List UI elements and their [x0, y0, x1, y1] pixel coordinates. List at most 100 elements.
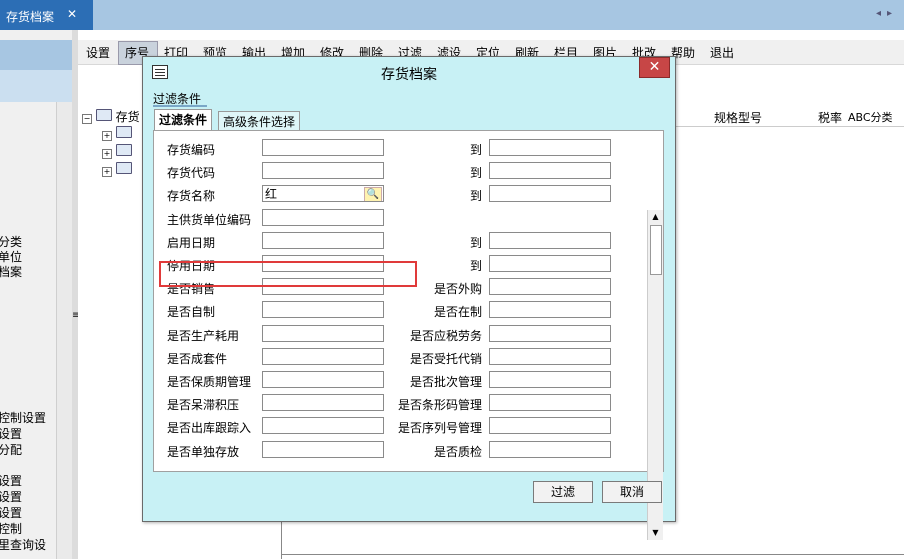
tab-filter-conditions[interactable]: 过滤条件 [154, 109, 213, 132]
collapse-icon[interactable]: − [82, 114, 92, 124]
scroll-down-icon[interactable]: ▼ [648, 526, 663, 540]
field-input-right[interactable] [489, 278, 611, 295]
field-label: 存货代码 [167, 166, 216, 180]
field-label-right: 到 [469, 259, 482, 273]
tab-advanced-conditions[interactable]: 高级条件选择 [218, 111, 301, 132]
left-nav-item[interactable]: 设置 [0, 504, 22, 521]
field-input-right[interactable] [489, 325, 611, 342]
left-nav-item[interactable]: 控制 [0, 520, 22, 537]
field-input-right[interactable] [489, 371, 611, 388]
expand-icon[interactable]: + [102, 167, 112, 177]
field-label-right: 到 [469, 143, 482, 157]
field-input-right[interactable] [489, 441, 611, 458]
cancel-button[interactable]: 取消 [602, 481, 662, 503]
filter-button[interactable]: 过滤 [533, 481, 593, 503]
tree-root[interactable]: − 存货 [82, 108, 140, 125]
toolbar-button-16[interactable]: 退出 [710, 44, 734, 61]
field-input[interactable] [262, 301, 384, 318]
left-nav-item[interactable]: 设置 [0, 425, 22, 442]
field-label-right: 到 [469, 166, 482, 180]
field-label: 是否生产耗用 [167, 329, 240, 343]
left-scrollbar[interactable] [56, 102, 73, 559]
tree-node[interactable]: + [102, 126, 132, 141]
left-panel-header [0, 40, 72, 70]
folder-icon [95, 109, 112, 121]
field-input-right[interactable] [489, 162, 611, 179]
scroll-up-icon[interactable]: ▲ [648, 210, 663, 224]
tree-node[interactable]: + [102, 162, 132, 177]
field-input-right[interactable] [489, 417, 611, 434]
field-input-right[interactable] [489, 255, 611, 272]
field-label-right: 是否应税劳务 [409, 329, 482, 343]
toolbar-button-0[interactable]: 设置 [86, 44, 110, 61]
dialog-title: 存货档案 [381, 67, 437, 83]
field-input[interactable] [262, 139, 384, 156]
field-label-right: 是否外购 [433, 282, 482, 296]
folder-icon [115, 144, 132, 156]
tree-root-label: 存货 [115, 110, 140, 124]
grid-column-header[interactable]: ABC分类 [848, 109, 893, 125]
filter-dialog: 存货档案 ✕ 过滤条件 高级条件选择 过滤条件 存货编码到存货代码到存货名称红 🔍… [142, 56, 676, 540]
left-nav-item[interactable]: 分配 [0, 441, 22, 458]
scroll-thumb[interactable] [650, 225, 662, 275]
field-label-right: 是否受托代销 [409, 352, 482, 366]
field-label: 主供货单位编码 [167, 213, 252, 227]
field-label-right: 是否在制 [433, 305, 482, 319]
field-label: 是否呆滞积压 [167, 398, 240, 412]
field-input-right[interactable] [489, 185, 611, 202]
tab-title: 存货档案 [6, 10, 55, 24]
field-input-right[interactable] [489, 139, 611, 156]
field-label-right: 是否条形码管理 [397, 398, 482, 412]
field-label: 是否单独存放 [167, 445, 240, 459]
field-input[interactable] [262, 371, 384, 388]
highlight-box [159, 261, 417, 287]
field-input-right[interactable] [489, 348, 611, 365]
tab-inventory-archive[interactable]: 存货档案 ✕ [0, 0, 93, 30]
field-label-right: 是否批次管理 [409, 375, 482, 389]
field-label-right: 是否序列号管理 [397, 421, 482, 435]
grid-column-header[interactable]: 规格型号 [714, 109, 762, 126]
field-input[interactable] [262, 441, 384, 458]
search-icon[interactable]: 🔍 [364, 187, 382, 201]
field-input[interactable] [262, 162, 384, 179]
expand-icon[interactable]: + [102, 149, 112, 159]
field-input[interactable] [262, 232, 384, 249]
left-nav-item[interactable]: 设置 [0, 488, 22, 505]
field-label-right: 到 [469, 189, 482, 203]
grid-header: 规格型号 税率 ABC分类 [676, 108, 904, 127]
field-value: 红 [265, 187, 278, 201]
field-label: 存货名称 [167, 189, 216, 203]
left-nav-item[interactable]: 控制设置 [0, 409, 46, 426]
field-input[interactable] [262, 417, 384, 434]
tab-nav-arrows-icon[interactable]: ◂▸ [876, 8, 898, 19]
filter-panel: 存货编码到存货代码到存货名称红 🔍 到主供货单位编码 启用日期到停用日期到是否销售 是否… [153, 130, 664, 540]
field-label-right: 到 [469, 236, 482, 250]
close-icon[interactable]: ✕ [639, 57, 670, 78]
grid-column-header[interactable]: 税率 [818, 109, 842, 126]
field-label: 启用日期 [167, 236, 216, 250]
expand-icon[interactable]: + [102, 131, 112, 141]
left-nav-item[interactable]: 里查询设 [0, 536, 46, 553]
tab-bar [0, 0, 904, 30]
field-input[interactable] [262, 325, 384, 342]
close-icon[interactable]: ✕ [65, 7, 79, 21]
group-underline [153, 105, 207, 107]
field-label: 是否成套件 [167, 352, 228, 366]
field-input-right[interactable] [489, 394, 611, 411]
left-nav-item[interactable]: 档案 [0, 263, 22, 280]
field-input[interactable] [262, 348, 384, 365]
field-label: 是否出库跟踪入 [167, 421, 252, 435]
grid-bottom-border [281, 554, 904, 555]
dialog-titlebar[interactable]: 存货档案 ✕ [143, 57, 675, 87]
field-label-right: 是否质检 [433, 445, 482, 459]
field-input-right[interactable] [489, 301, 611, 318]
field-label: 是否自制 [167, 305, 216, 319]
field-input[interactable]: 红 🔍 [262, 185, 384, 202]
field-input[interactable] [262, 209, 384, 226]
folder-icon [115, 162, 132, 174]
field-input-right[interactable] [489, 232, 611, 249]
tree-node[interactable]: + [102, 144, 132, 159]
left-nav-item[interactable]: 设置 [0, 472, 22, 489]
folder-icon [115, 126, 132, 138]
field-input[interactable] [262, 394, 384, 411]
